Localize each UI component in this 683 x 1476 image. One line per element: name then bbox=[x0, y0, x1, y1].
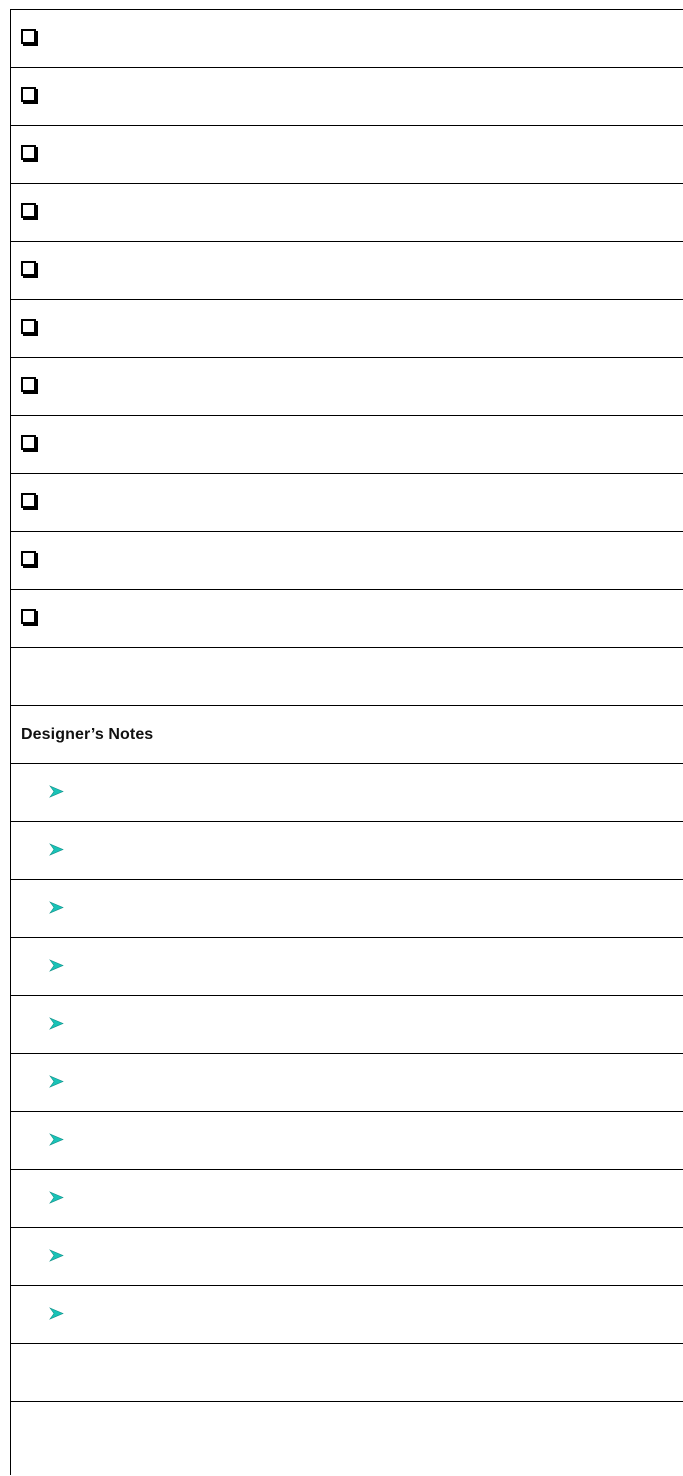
note-row bbox=[11, 1054, 683, 1112]
empty-row bbox=[11, 1402, 683, 1476]
empty-row bbox=[11, 648, 683, 706]
note-row bbox=[11, 822, 683, 880]
arrowhead-bullet-icon bbox=[49, 1017, 64, 1030]
checkbox-icon[interactable] bbox=[21, 261, 36, 276]
checklist-row bbox=[11, 242, 683, 300]
note-row bbox=[11, 1112, 683, 1170]
arrowhead-bullet-icon bbox=[49, 785, 64, 798]
checkbox-icon[interactable] bbox=[21, 319, 36, 334]
arrowhead-bullet-icon bbox=[49, 959, 64, 972]
checklist-row bbox=[11, 416, 683, 474]
note-row bbox=[11, 1170, 683, 1228]
checklist-row bbox=[11, 358, 683, 416]
checkbox-icon[interactable] bbox=[21, 29, 36, 44]
arrowhead-bullet-icon bbox=[49, 1191, 64, 1204]
note-row bbox=[11, 938, 683, 996]
checkbox-icon[interactable] bbox=[21, 435, 36, 450]
checklist-row bbox=[11, 474, 683, 532]
notes-heading: Designer’s Notes bbox=[21, 726, 154, 743]
arrowhead-bullet-icon bbox=[49, 843, 64, 856]
checkbox-icon[interactable] bbox=[21, 145, 36, 160]
note-row bbox=[11, 996, 683, 1054]
arrowhead-bullet-icon bbox=[49, 1249, 64, 1262]
arrowhead-bullet-icon bbox=[49, 1307, 64, 1320]
arrowhead-bullet-icon bbox=[49, 1133, 64, 1146]
checklist-row bbox=[11, 184, 683, 242]
checkbox-icon[interactable] bbox=[21, 377, 36, 392]
checkbox-icon[interactable] bbox=[21, 493, 36, 508]
checkbox-icon[interactable] bbox=[21, 609, 36, 624]
arrowhead-bullet-icon bbox=[49, 1075, 64, 1088]
checklist-row bbox=[11, 532, 683, 590]
empty-row bbox=[11, 1344, 683, 1402]
checkbox-icon[interactable] bbox=[21, 551, 36, 566]
checklist-row bbox=[11, 126, 683, 184]
note-row bbox=[11, 1286, 683, 1344]
checkbox-icon[interactable] bbox=[21, 203, 36, 218]
note-row bbox=[11, 764, 683, 822]
arrowhead-bullet-icon bbox=[49, 901, 64, 914]
form-table: Designer’s Notes bbox=[10, 9, 683, 1475]
note-row bbox=[11, 880, 683, 938]
checklist-row bbox=[11, 590, 683, 648]
checklist-row bbox=[11, 68, 683, 126]
checklist-row bbox=[11, 10, 683, 68]
checklist-row bbox=[11, 300, 683, 358]
checkbox-icon[interactable] bbox=[21, 87, 36, 102]
notes-heading-row: Designer’s Notes bbox=[11, 706, 683, 764]
note-row bbox=[11, 1228, 683, 1286]
